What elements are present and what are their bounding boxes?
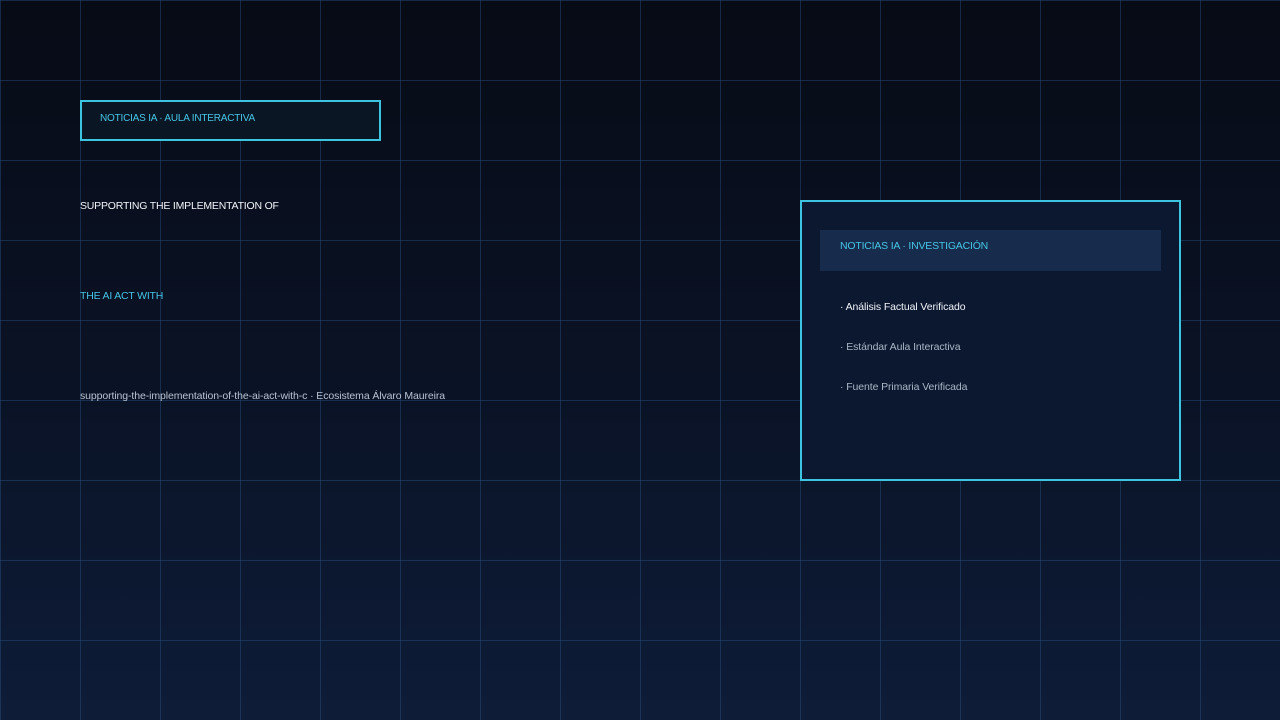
- headline-line-2: THE AI ACT WITH: [80, 290, 164, 302]
- article-slug: supporting-the-implementation-of-the-ai-…: [80, 390, 445, 402]
- headline-line-1: SUPPORTING THE IMPLEMENTATION OF: [80, 200, 279, 212]
- info-panel-header: NOTICIAS IA · INVESTIGACIÓN: [820, 230, 1161, 271]
- info-panel-title: NOTICIAS IA · INVESTIGACIÓN: [840, 240, 989, 252]
- panel-list-item: · Fuente Primaria Verificada: [840, 381, 968, 393]
- info-panel: NOTICIAS IA · INVESTIGACIÓN · Análisis F…: [800, 200, 1181, 481]
- panel-list-item: · Análisis Factual Verificado: [840, 301, 966, 313]
- category-badge-label: NOTICIAS IA · AULA INTERACTIVA: [100, 113, 255, 124]
- category-badge: NOTICIAS IA · AULA INTERACTIVA: [80, 100, 381, 141]
- panel-list-item: · Estándar Aula Interactiva: [840, 341, 961, 353]
